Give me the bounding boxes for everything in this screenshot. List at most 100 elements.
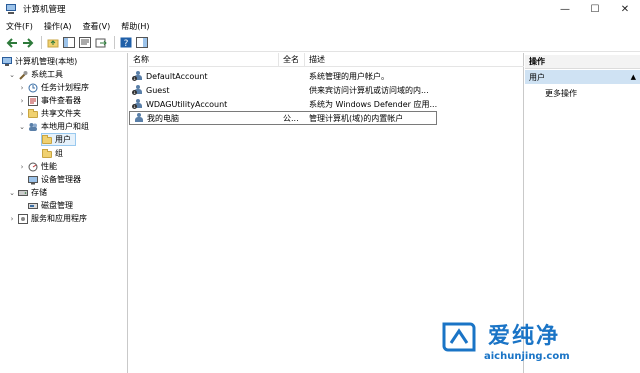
user-icon: ↓	[132, 85, 143, 95]
menu-action[interactable]: 操作(A)	[44, 21, 72, 32]
panel-icon[interactable]	[135, 36, 149, 50]
row-name: DefaultAccount	[146, 71, 208, 81]
tree-item-device-manager[interactable]: 设备管理器	[28, 173, 81, 186]
row-fullname: 公...	[283, 113, 299, 123]
toolbar: ?	[0, 34, 640, 52]
chevron-right-icon[interactable]: ›	[18, 97, 26, 105]
more-actions-link[interactable]: 更多操作	[545, 88, 577, 99]
column-header-name[interactable]: 名称	[129, 53, 279, 66]
minimize-button[interactable]: —	[550, 0, 580, 18]
watermark-logo-icon	[440, 318, 478, 356]
toolbar-separator	[114, 36, 115, 49]
device-manager-icon	[28, 175, 38, 185]
chevron-down-icon[interactable]: ⌄	[18, 123, 26, 131]
chevron-right-icon[interactable]: ›	[8, 215, 16, 223]
tree-item-users[interactable]: 用户	[41, 133, 76, 146]
actions-section-users[interactable]: 用户 ▲	[525, 70, 640, 84]
list-header: 名称 全名 描述	[129, 53, 524, 67]
svg-text:?: ?	[124, 39, 129, 48]
tree-item-system-tools[interactable]: ⌄ 系统工具	[8, 68, 63, 81]
help-icon[interactable]: ?	[119, 36, 133, 50]
table-row[interactable]: ↓ Guest 供来宾访问计算机或访问域的内...	[129, 83, 524, 97]
close-button[interactable]: ✕	[610, 0, 640, 18]
row-description: 系统管理的用户帐户。	[309, 71, 389, 81]
tree-label-root: 计算机管理(本地)	[15, 57, 78, 66]
properties-icon[interactable]	[78, 36, 92, 50]
row-description: 管理计算机(域)的内置帐户	[309, 113, 404, 123]
services-icon	[18, 213, 28, 224]
tree-label-services-apps: 服务和应用程序	[31, 214, 87, 223]
watermark-url: aichunjing.com	[484, 351, 570, 362]
tree-item-disk-management[interactable]: 磁盘管理	[28, 199, 73, 212]
column-header-description[interactable]: 描述	[305, 53, 524, 66]
event-viewer-icon	[28, 95, 38, 106]
title-bar: 计算机管理 — ☐ ✕	[0, 0, 640, 18]
user-icon: ↓	[132, 71, 143, 81]
computer-management-icon	[5, 3, 17, 15]
storage-icon	[18, 188, 28, 198]
up-folder-icon[interactable]	[46, 36, 60, 50]
export-icon[interactable]	[94, 36, 108, 50]
tree-item-task-scheduler[interactable]: › 任务计划程序	[18, 81, 89, 94]
tree-label-device-manager: 设备管理器	[41, 175, 81, 184]
tree-item-groups[interactable]: 组	[42, 147, 63, 160]
forward-arrow-icon[interactable]	[21, 36, 35, 50]
navigation-tree: 计算机管理(本地) ⌄ 系统工具 › 任务计划程序 › 事件查看器 › 共享文件…	[0, 53, 128, 373]
chevron-right-icon[interactable]: ›	[18, 110, 26, 118]
tools-icon	[18, 70, 28, 80]
tree-item-local-users-groups[interactable]: ⌄ 本地用户和组	[18, 120, 89, 133]
column-header-fullname[interactable]: 全名	[279, 53, 305, 66]
show-tree-icon[interactable]	[62, 36, 76, 50]
tree-item-root[interactable]: 计算机管理(本地)	[2, 55, 77, 68]
tree-label-users: 用户	[55, 135, 71, 144]
watermark: 爱纯净 aichunjing.com	[440, 318, 640, 373]
tree-label-disk-management: 磁盘管理	[41, 201, 73, 210]
tree-item-services-apps[interactable]: › 服务和应用程序	[8, 212, 87, 225]
chevron-right-icon[interactable]: ›	[18, 84, 26, 92]
chevron-down-icon[interactable]: ⌄	[8, 189, 16, 197]
tree-label-task-scheduler: 任务计划程序	[41, 83, 89, 92]
row-name: WDAGUtilityAccount	[146, 99, 228, 109]
row-description: 系统为 Windows Defender 应用...	[309, 99, 438, 109]
tree-item-storage[interactable]: ⌄ 存储	[8, 186, 47, 199]
row-description: 供来宾访问计算机或访问域的内...	[309, 85, 429, 95]
menu-view[interactable]: 查看(V)	[83, 21, 111, 32]
tree-label-groups: 组	[55, 149, 63, 158]
window-title: 计算机管理	[23, 5, 66, 15]
menu-bar: 文件(F) 操作(A) 查看(V) 帮助(H)	[0, 18, 640, 34]
toolbar-separator	[41, 36, 42, 49]
table-row[interactable]: ↓ DefaultAccount 系统管理的用户帐户。	[129, 69, 524, 83]
actions-header: 操作	[525, 55, 640, 69]
actions-section-label: 用户	[529, 72, 545, 82]
tree-item-performance[interactable]: › 性能	[18, 160, 57, 173]
tree-label-local-users-groups: 本地用户和组	[41, 122, 89, 131]
folder-icon	[42, 148, 52, 159]
row-name: 我的电脑	[147, 113, 179, 123]
watermark-brand: 爱纯净	[488, 324, 561, 349]
back-arrow-icon[interactable]	[5, 36, 19, 50]
chevron-right-icon[interactable]: ›	[18, 163, 26, 171]
menu-help[interactable]: 帮助(H)	[121, 21, 149, 32]
computer-icon	[2, 56, 12, 67]
folder-icon	[42, 134, 52, 145]
user-icon	[134, 113, 144, 123]
tree-item-event-viewer[interactable]: › 事件查看器	[18, 94, 81, 107]
tree-label-system-tools: 系统工具	[31, 70, 63, 79]
collapse-caret-icon[interactable]: ▲	[631, 73, 636, 81]
chevron-down-icon[interactable]: ⌄	[8, 71, 16, 79]
tree-label-event-viewer: 事件查看器	[41, 96, 81, 105]
disk-icon	[28, 201, 38, 211]
tree-item-shared-folders[interactable]: › 共享文件夹	[18, 107, 81, 120]
table-row-focused[interactable]: 我的电脑 公... 管理计算机(域)的内置帐户	[129, 111, 437, 125]
users-group-icon	[28, 122, 38, 132]
maximize-button[interactable]: ☐	[580, 0, 610, 18]
tree-label-performance: 性能	[41, 162, 57, 171]
shared-folder-icon	[28, 108, 38, 119]
clock-icon	[28, 83, 38, 93]
table-row[interactable]: ↓ WDAGUtilityAccount 系统为 Windows Defende…	[129, 97, 524, 111]
user-icon: ↓	[132, 99, 143, 109]
tree-label-storage: 存储	[31, 188, 47, 197]
tree-label-shared-folders: 共享文件夹	[41, 109, 81, 118]
menu-file[interactable]: 文件(F)	[6, 21, 33, 32]
row-name: Guest	[146, 85, 170, 95]
